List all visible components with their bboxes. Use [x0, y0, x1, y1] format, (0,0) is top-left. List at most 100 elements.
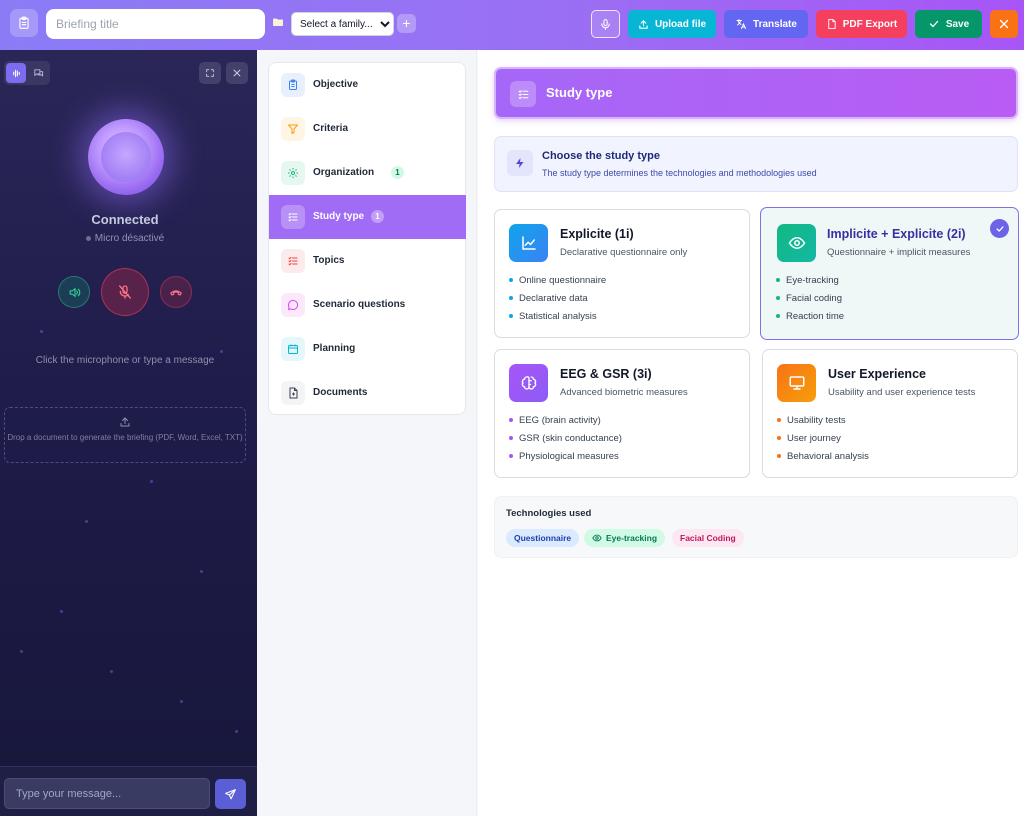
study-type-card-eeg-gsr[interactable]: EEG & GSR (3i) Advanced biometric measur…	[494, 349, 750, 478]
speaker-button[interactable]	[58, 276, 90, 308]
waveform-icon	[12, 69, 20, 77]
message-input[interactable]	[4, 778, 210, 809]
translate-label: Translate	[753, 18, 797, 30]
pdf-export-button[interactable]: PDF Export	[816, 10, 907, 38]
nav-item-label: Objective	[313, 79, 359, 90]
clipboard-icon	[289, 79, 297, 90]
nav-item-label: Planning	[313, 343, 356, 354]
speaker-icon	[69, 287, 80, 297]
card-feature: Statistical analysis	[509, 310, 606, 328]
upload-file-button[interactable]: Upload file	[628, 10, 716, 38]
nav-item-study-type[interactable]: Study type 1	[269, 195, 466, 239]
nav-item-documents[interactable]: Documents	[269, 371, 466, 415]
check-icon	[995, 225, 1004, 232]
eye-icon	[788, 236, 805, 250]
folder-icon	[273, 18, 283, 26]
upload-icon	[639, 19, 648, 29]
dropzone-text: Drop a document to generate the briefing…	[7, 433, 243, 442]
tech-chip-label: Facial Coding	[680, 533, 736, 543]
card-feature-list: EEG (brain activity) GSR (skin conductan…	[509, 414, 622, 468]
nav-item-objective[interactable]: Objective	[269, 63, 466, 107]
background-star	[220, 350, 223, 353]
tech-chip-eye-tracking: Eye-tracking	[584, 529, 666, 547]
monitor-icon	[789, 376, 804, 390]
microphone-off-icon	[117, 285, 133, 300]
briefing-title-input[interactable]	[46, 9, 265, 39]
nav-icon-container	[281, 249, 305, 273]
nav-item-organization[interactable]: Organization 1	[269, 151, 466, 195]
study-type-card-implicite-explicite[interactable]: Implicite + Explicite (2i) Questionnaire…	[760, 207, 1019, 340]
card-title: Explicite (1i)	[560, 227, 634, 241]
card-feature: Facial coding	[776, 292, 844, 310]
technologies-used: Technologies used Questionnaire Eye-trac…	[494, 496, 1018, 558]
chat-bubble-icon	[287, 299, 299, 311]
background-star	[40, 330, 43, 333]
selected-check-badge	[990, 219, 1009, 238]
card-feature-list: Usability tests User journey Behavioral …	[777, 414, 869, 468]
send-button[interactable]	[215, 779, 246, 809]
microphone-status: Micro désactivé	[0, 233, 250, 244]
family-select[interactable]: Select a family...	[291, 12, 394, 36]
document-dropzone[interactable]: Drop a document to generate the briefing…	[4, 407, 246, 463]
add-family-button[interactable]: +	[397, 14, 416, 33]
study-type-card-explicite[interactable]: Explicite (1i) Declarative questionnaire…	[494, 209, 750, 338]
info-subtitle: The study type determines the technologi…	[542, 168, 817, 178]
background-star	[60, 610, 63, 613]
section-icon-container	[510, 81, 536, 107]
chat-input-bar	[0, 766, 257, 816]
close-button[interactable]	[990, 10, 1018, 38]
gear-icon	[288, 168, 298, 178]
section-header: Study type	[494, 67, 1018, 119]
card-subtitle: Advanced biometric measures	[560, 387, 688, 398]
microphone-button[interactable]	[591, 10, 620, 38]
card-feature-list: Eye-tracking Facial coding Reaction time	[776, 274, 844, 328]
card-icon-container	[777, 224, 816, 262]
card-feature: Usability tests	[777, 414, 869, 432]
card-subtitle: Questionnaire + implicit measures	[827, 247, 971, 258]
briefing-logo-button[interactable]	[10, 9, 38, 37]
voice-mode-tabs	[4, 61, 50, 85]
nav-item-badge: 1	[391, 166, 404, 179]
nav-item-badge: 1	[371, 210, 384, 223]
nav-item-criteria[interactable]: Criteria	[269, 107, 466, 151]
nav-item-label: Criteria	[313, 123, 349, 134]
card-icon-container	[509, 224, 548, 262]
card-feature: Declarative data	[509, 292, 606, 310]
mute-microphone-button[interactable]	[101, 268, 149, 316]
card-feature: Physiological measures	[509, 450, 622, 468]
nav-icon-container	[281, 73, 305, 97]
chat-icon	[33, 68, 43, 77]
nav-item-planning[interactable]: Planning	[269, 327, 466, 371]
background-star	[180, 700, 183, 703]
phone-hangup-icon	[169, 290, 183, 296]
info-icon-container	[507, 150, 533, 176]
clipboard-icon	[19, 16, 29, 29]
tab-chat[interactable]	[28, 63, 48, 83]
nav-icon-container	[281, 381, 305, 405]
tech-chip-questionnaire: Questionnaire	[506, 529, 580, 547]
close-panel-button[interactable]	[226, 62, 248, 84]
check-icon	[929, 20, 938, 28]
nav-item-label: Scenario questions	[313, 299, 406, 310]
card-feature-list: Online questionnaire Declarative data St…	[509, 274, 606, 328]
background-star	[110, 670, 113, 673]
save-button[interactable]: Save	[915, 10, 982, 38]
expand-button[interactable]	[199, 62, 221, 84]
nav-item-topics[interactable]: Topics	[269, 239, 466, 283]
card-subtitle: Usability and user experience tests	[828, 387, 976, 398]
nav-item-scenario-questions[interactable]: Scenario questions	[269, 283, 466, 327]
close-icon	[999, 19, 1009, 29]
hang-up-button[interactable]	[160, 276, 192, 308]
card-subtitle: Declarative questionnaire only	[560, 247, 688, 258]
nav-item-label: Topics	[313, 255, 345, 266]
card-feature: EEG (brain activity)	[509, 414, 622, 432]
pdf-file-icon	[828, 18, 836, 30]
tab-voice[interactable]	[6, 63, 26, 83]
translate-button[interactable]: Translate	[724, 10, 808, 38]
file-plus-icon	[289, 387, 298, 399]
list-check-icon	[518, 89, 528, 99]
card-feature: Reaction time	[776, 310, 844, 328]
voice-orb[interactable]	[88, 119, 164, 195]
study-type-card-user-experience[interactable]: User Experience Usability and user exper…	[762, 349, 1018, 478]
nav-item-label: Organization	[313, 167, 375, 178]
